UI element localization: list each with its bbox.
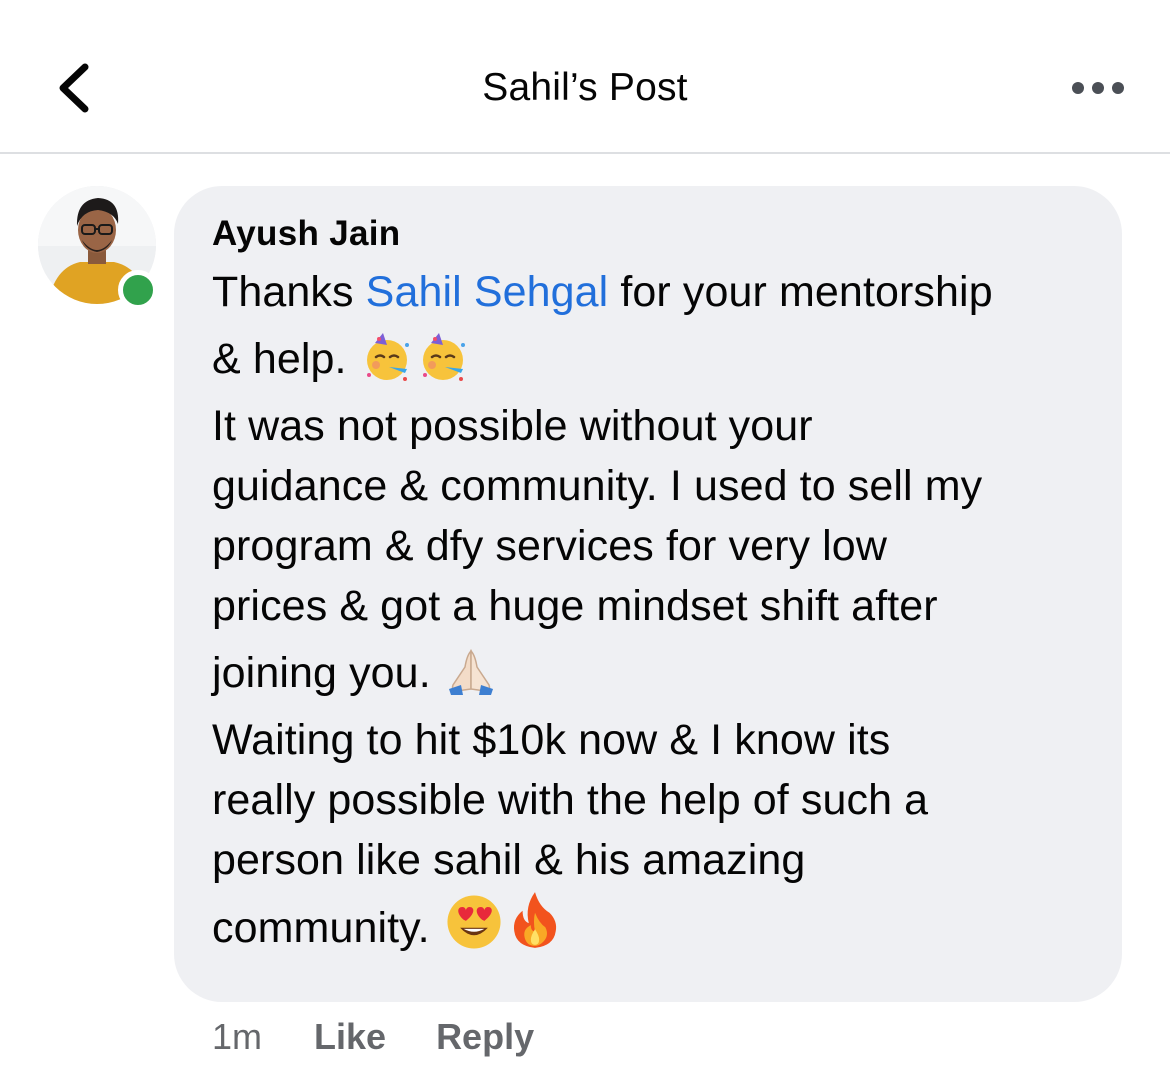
more-horizontal-icon (1072, 82, 1084, 94)
comment-text-line: program & dfy services for very low (212, 522, 887, 570)
comment-text: joining you. (212, 649, 431, 697)
partying-face-emoji (361, 331, 413, 383)
comment-text-line: community. (212, 890, 1092, 965)
comment-text-line: & help. (212, 322, 1092, 396)
partying-face-emoji (417, 331, 469, 383)
comment-text: & help. (212, 335, 347, 383)
comment-text-line: guidance & community. I used to sell my (212, 462, 983, 510)
comment-text-line: Thanks Sahil Sehgal for your mentorship (212, 262, 1092, 322)
reply-button[interactable]: Reply (436, 1016, 534, 1058)
comment-text-line: joining you. (212, 636, 1092, 710)
top-navigation-bar: Sahil’s Post (0, 0, 1170, 154)
avatar[interactable] (38, 186, 158, 310)
comment-text-line: Waiting to hit $10k now & I know its (212, 716, 891, 764)
comment-text: Thanks (212, 268, 366, 316)
comment-bubble: Ayush Jain Thanks Sahil Sehgal for your … (174, 186, 1122, 1002)
folded-hands-emoji (445, 645, 497, 697)
more-options-button[interactable] (1062, 68, 1134, 108)
online-status-indicator (118, 270, 158, 310)
comment-text-line: prices & got a huge mindset shift after (212, 582, 938, 630)
page-title: Sahil’s Post (482, 66, 688, 109)
like-button[interactable]: Like (314, 1016, 386, 1058)
comment-text: for your mentorship (608, 268, 993, 316)
comment-text: community. (212, 904, 430, 952)
more-dot (1092, 82, 1104, 94)
comment-actions: 1m Like Reply (212, 1016, 584, 1058)
comment-text-line: really possible with the help of such a (212, 776, 929, 824)
heart-eyes-emoji (444, 892, 504, 952)
mention-link[interactable]: Sahil Sehgal (366, 268, 609, 316)
comment-text-line: person like sahil & his amazing (212, 836, 806, 884)
comment-timestamp: 1m (212, 1016, 263, 1057)
fire-emoji (508, 890, 564, 952)
comment-text-line: It was not possible without your (212, 402, 813, 450)
comment-author[interactable]: Ayush Jain (212, 212, 1092, 256)
more-dot (1112, 82, 1124, 94)
